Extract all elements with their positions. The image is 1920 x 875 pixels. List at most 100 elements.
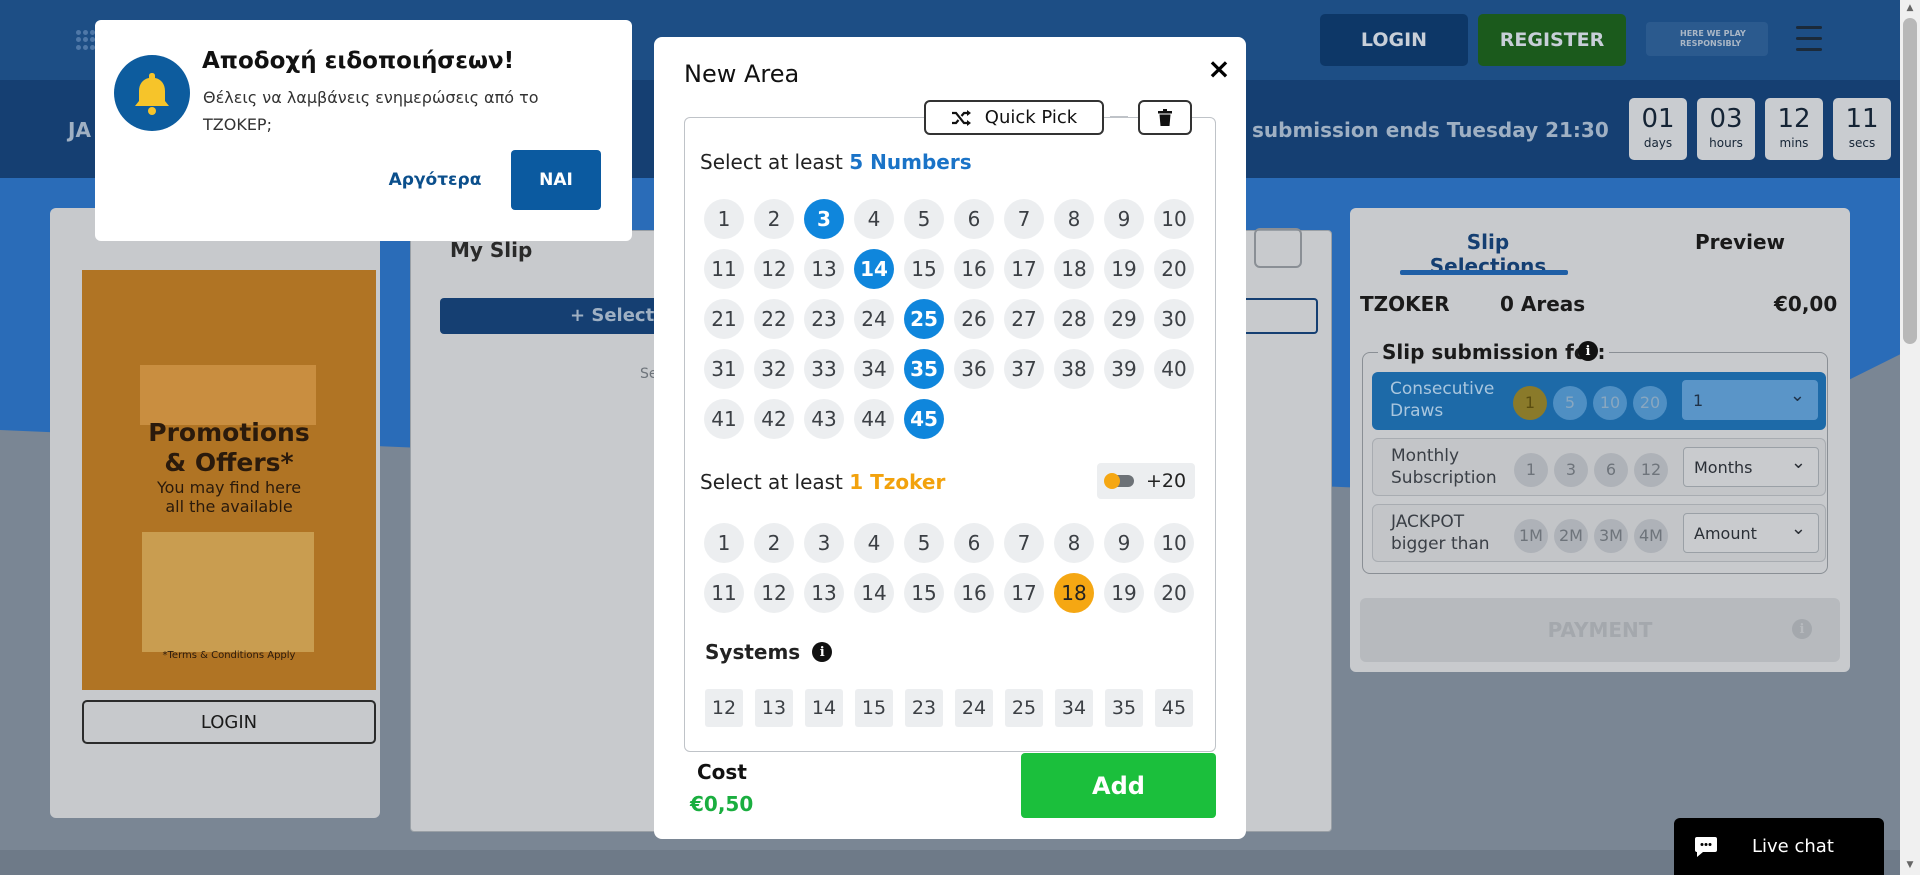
number-ball[interactable]: 6 xyxy=(954,199,994,239)
option-pill[interactable]: 10 xyxy=(1593,386,1627,420)
number-ball[interactable]: 37 xyxy=(1004,349,1044,389)
number-ball[interactable]: 23 xyxy=(804,299,844,339)
number-ball[interactable]: 32 xyxy=(754,349,794,389)
number-ball[interactable]: 30 xyxy=(1154,299,1194,339)
option-pill[interactable]: 6 xyxy=(1594,453,1628,487)
option-pill[interactable]: 5 xyxy=(1553,386,1587,420)
tzoker-ball[interactable]: 4 xyxy=(854,523,894,563)
tzoker-ball[interactable]: 12 xyxy=(754,573,794,613)
system-option[interactable]: 35 xyxy=(1105,689,1143,727)
number-ball[interactable]: 21 xyxy=(704,299,744,339)
tzoker-ball[interactable]: 2 xyxy=(754,523,794,563)
tzoker-ball[interactable]: 6 xyxy=(954,523,994,563)
option-pill[interactable]: 4M xyxy=(1634,519,1668,553)
tzoker-ball[interactable]: 14 xyxy=(854,573,894,613)
number-ball[interactable]: 33 xyxy=(804,349,844,389)
option-dropdown[interactable]: Months xyxy=(1683,447,1819,487)
tzoker-ball[interactable]: 7 xyxy=(1004,523,1044,563)
option-pill[interactable]: 12 xyxy=(1634,453,1668,487)
number-ball[interactable]: 45 xyxy=(904,399,944,439)
number-ball[interactable]: 41 xyxy=(704,399,744,439)
tzoker-ball[interactable]: 3 xyxy=(804,523,844,563)
tzoker-ball[interactable]: 1 xyxy=(704,523,744,563)
tzoker-ball[interactable]: 11 xyxy=(704,573,744,613)
select-button[interactable]: + Select xyxy=(440,298,660,334)
select-button-edge[interactable] xyxy=(1246,298,1318,334)
tzoker-ball[interactable]: 20 xyxy=(1154,573,1194,613)
system-option[interactable]: 15 xyxy=(855,689,893,727)
plus20-toggle[interactable]: +20 xyxy=(1097,463,1195,499)
number-ball[interactable]: 44 xyxy=(854,399,894,439)
option-pill[interactable]: 1 xyxy=(1514,453,1548,487)
system-option[interactable]: 25 xyxy=(1005,689,1043,727)
tzoker-ball[interactable]: 17 xyxy=(1004,573,1044,613)
payment-info-icon[interactable]: i xyxy=(1792,619,1812,639)
monthly-subscription-option[interactable]: Monthly Subscription 1 3 6 12 Months xyxy=(1372,438,1826,496)
jackpot-bigger-than-option[interactable]: JACKPOT bigger than 1M 2M 3M 4M Amount xyxy=(1372,504,1826,562)
apps-grid-icon[interactable] xyxy=(76,30,96,50)
number-ball[interactable]: 22 xyxy=(754,299,794,339)
tzoker-ball[interactable]: 9 xyxy=(1104,523,1144,563)
number-ball[interactable]: 2 xyxy=(754,199,794,239)
number-ball[interactable]: 12 xyxy=(754,249,794,289)
tzoker-ball[interactable]: 13 xyxy=(804,573,844,613)
scroll-down-arrow-icon[interactable]: ▼ xyxy=(1904,860,1916,872)
number-ball[interactable]: 11 xyxy=(704,249,744,289)
notification-later-button[interactable]: Αργότερα xyxy=(389,150,482,210)
promotions-banner[interactable]: Promotions & Offers* You may find here all… xyxy=(82,270,376,690)
number-ball[interactable]: 35 xyxy=(904,349,944,389)
tzoker-ball[interactable]: 10 xyxy=(1154,523,1194,563)
tzoker-ball[interactable]: 8 xyxy=(1054,523,1094,563)
number-ball[interactable]: 20 xyxy=(1154,249,1194,289)
number-ball[interactable]: 7 xyxy=(1004,199,1044,239)
number-ball[interactable]: 28 xyxy=(1054,299,1094,339)
system-option[interactable]: 14 xyxy=(805,689,843,727)
hamburger-menu-icon[interactable] xyxy=(1796,26,1822,54)
tzoker-ball[interactable]: 15 xyxy=(904,573,944,613)
system-option[interactable]: 34 xyxy=(1055,689,1093,727)
system-option[interactable]: 45 xyxy=(1155,689,1193,727)
number-ball[interactable]: 31 xyxy=(704,349,744,389)
number-ball[interactable]: 42 xyxy=(754,399,794,439)
option-pill[interactable]: 3 xyxy=(1554,453,1588,487)
header-register-button[interactable]: REGISTER xyxy=(1478,14,1626,66)
option-pill[interactable]: 2M xyxy=(1554,519,1588,553)
number-ball[interactable]: 39 xyxy=(1104,349,1144,389)
close-icon[interactable]: × xyxy=(1204,54,1234,84)
number-ball[interactable]: 9 xyxy=(1104,199,1144,239)
clear-area-button[interactable] xyxy=(1138,100,1192,135)
option-pill[interactable]: 1 xyxy=(1513,386,1547,420)
number-ball[interactable]: 8 xyxy=(1054,199,1094,239)
option-pill[interactable]: 1M xyxy=(1514,519,1548,553)
number-ball[interactable]: 43 xyxy=(804,399,844,439)
number-ball[interactable]: 1 xyxy=(704,199,744,239)
scrollbar-thumb[interactable] xyxy=(1903,18,1917,344)
number-ball[interactable]: 14 xyxy=(854,249,894,289)
tzoker-ball[interactable]: 19 xyxy=(1104,573,1144,613)
system-option[interactable]: 23 xyxy=(905,689,943,727)
quick-pick-button[interactable]: Quick Pick xyxy=(924,100,1104,135)
number-ball[interactable]: 25 xyxy=(904,299,944,339)
number-ball[interactable]: 29 xyxy=(1104,299,1144,339)
number-ball[interactable]: 5 xyxy=(904,199,944,239)
number-ball[interactable]: 34 xyxy=(854,349,894,389)
consecutive-draws-option[interactable]: Consecutive Draws 1 5 10 20 1 xyxy=(1372,372,1826,430)
number-ball[interactable]: 27 xyxy=(1004,299,1044,339)
number-ball[interactable]: 17 xyxy=(1004,249,1044,289)
system-option[interactable]: 13 xyxy=(755,689,793,727)
number-ball[interactable]: 15 xyxy=(904,249,944,289)
number-ball[interactable]: 13 xyxy=(804,249,844,289)
number-ball[interactable]: 36 xyxy=(954,349,994,389)
number-ball[interactable]: 19 xyxy=(1104,249,1144,289)
number-ball[interactable]: 3 xyxy=(804,199,844,239)
number-ball[interactable]: 4 xyxy=(854,199,894,239)
add-area-button[interactable]: Add xyxy=(1021,753,1216,818)
system-option[interactable]: 24 xyxy=(955,689,993,727)
tzoker-ball[interactable]: 18 xyxy=(1054,573,1094,613)
clear-slip-button[interactable] xyxy=(1254,228,1302,268)
option-pill[interactable]: 3M xyxy=(1594,519,1628,553)
number-ball[interactable]: 26 xyxy=(954,299,994,339)
info-icon[interactable]: i xyxy=(1578,341,1598,361)
option-pill[interactable]: 20 xyxy=(1633,386,1667,420)
system-option[interactable]: 12 xyxy=(705,689,743,727)
